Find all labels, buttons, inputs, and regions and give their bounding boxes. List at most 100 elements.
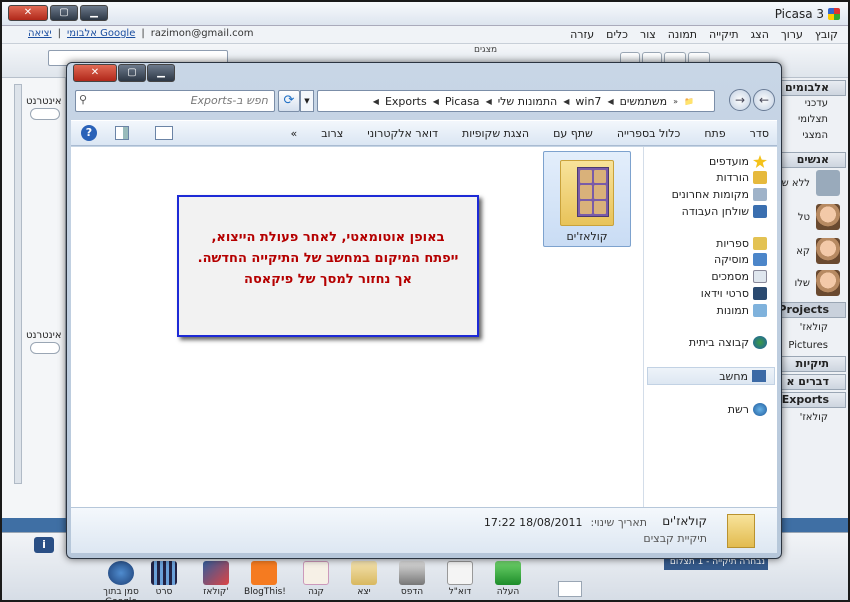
close-icon[interactable]: ✕ <box>8 5 48 21</box>
blogthis-button[interactable]: BlogThis! <box>244 561 286 597</box>
callout-line: ייפתח המיקום במחשב של התיקייה החדשה. <box>197 251 459 266</box>
network-icon <box>753 403 767 416</box>
nav-pictures[interactable]: תמונות <box>717 304 767 317</box>
include-in-library-button[interactable]: כלול בספרייה <box>617 127 681 140</box>
person-name[interactable]: שלו <box>795 278 811 289</box>
menu-view[interactable]: הצג <box>751 28 769 41</box>
upload-button[interactable]: העלה <box>488 561 528 597</box>
picasa-window-controls: ✕ ▢ ▁ <box>8 5 108 21</box>
picasa-logo-icon <box>828 8 840 20</box>
folders-header[interactable]: תיקיות <box>776 356 846 372</box>
nav-favorites[interactable]: מועדפים <box>709 155 767 168</box>
change-view-icon[interactable] <box>155 126 173 140</box>
refresh-icon[interactable]: ⟳ <box>278 90 300 112</box>
breadcrumb-item[interactable]: Exports <box>385 95 427 108</box>
project-item[interactable]: Pictures <box>788 340 828 351</box>
menu-tools[interactable]: כלים <box>606 28 628 41</box>
maximize-icon[interactable]: ▢ <box>118 64 146 82</box>
avatar[interactable] <box>816 270 840 296</box>
scrollbar[interactable] <box>14 84 22 484</box>
minimize-icon[interactable]: ▁ <box>80 5 108 21</box>
slideshow-button[interactable]: הצגת שקופיות <box>462 127 529 140</box>
music-icon <box>753 253 767 266</box>
person-name[interactable]: טל <box>798 212 810 223</box>
more-commands-button[interactable]: » <box>290 127 297 140</box>
toggle-switch[interactable] <box>30 342 60 354</box>
instruction-callout: באופן אוטומאטי, לאחר פעולת הייצוא, ייפתח… <box>177 195 479 337</box>
avatar[interactable] <box>816 238 840 264</box>
breadcrumb-item[interactable]: Picasa <box>445 95 480 108</box>
project-item[interactable]: קולאז' <box>800 322 828 333</box>
google-earth-button[interactable]: סמן בתוך Google Earth <box>96 561 146 600</box>
app-name: Picasa 3 <box>774 7 824 21</box>
breadcrumb-item[interactable]: משתמשים <box>620 95 668 108</box>
breadcrumb-item[interactable]: התמונות שלי <box>498 95 558 108</box>
nav-music[interactable]: מוסיקה <box>714 253 767 266</box>
navigation-pane: מועדפים הורדות מקומות אחרונים שולחן העבו… <box>643 147 777 507</box>
menu-folder[interactable]: תיקייה <box>709 28 739 41</box>
collage-button[interactable]: קולאז' <box>196 561 236 597</box>
organize-button[interactable]: סדר <box>750 127 769 140</box>
share-with-button[interactable]: שתף עם <box>553 127 593 140</box>
nav-network[interactable]: רשת <box>728 403 767 416</box>
menu-create[interactable]: צור <box>640 28 656 41</box>
user-links: יציאה | אלבומי Google | razimon@gmail.co… <box>28 28 254 39</box>
search-input[interactable]: חפש ב-Exports <box>75 90 275 112</box>
shop-button[interactable]: קנה <box>296 561 336 597</box>
address-bar[interactable]: 📁 « משתמשים ◀ win7 ◀ התמונות שלי ◀ Picas… <box>317 90 715 112</box>
address-history-dropdown[interactable]: ▼ <box>300 90 314 112</box>
close-icon[interactable]: ✕ <box>73 64 117 82</box>
avatar[interactable] <box>816 204 840 230</box>
breadcrumb-item[interactable]: win7 <box>575 95 601 108</box>
menu-picture[interactable]: תמונה <box>668 28 697 41</box>
preview-pane-icon[interactable] <box>115 126 129 140</box>
picasa-left-panel: אינטרנט אינטרנט <box>2 78 66 518</box>
movie-button[interactable]: סרט <box>144 561 184 597</box>
projects-header[interactable]: Projects (2) <box>776 302 846 318</box>
email-button[interactable]: דואר אלקטרוני <box>367 127 438 140</box>
avatar[interactable] <box>816 170 840 196</box>
minimize-icon[interactable]: ▁ <box>147 64 175 82</box>
open-button[interactable]: פתח <box>704 127 725 140</box>
nav-recent[interactable]: מקומות אחרונים <box>672 188 767 201</box>
unnamed-person[interactable]: ללא ש <box>782 178 810 189</box>
nav-documents[interactable]: מסמכים <box>711 270 767 283</box>
nav-videos[interactable]: סרטי וידאו <box>701 287 767 300</box>
computer-icon <box>752 370 766 382</box>
user-email: razimon@gmail.com <box>150 28 254 39</box>
folder-item[interactable]: קולאז'ים <box>543 151 631 247</box>
print-button[interactable]: הדפס <box>392 561 432 597</box>
back-button[interactable]: ← <box>753 89 775 111</box>
nav-libraries[interactable]: ספריות <box>716 237 767 250</box>
info-icon[interactable]: i <box>34 537 54 553</box>
album-item[interactable]: תצלומי <box>798 114 828 125</box>
album-item[interactable]: עדכני <box>805 98 828 109</box>
menu-edit[interactable]: ערוך <box>781 28 803 41</box>
burn-button[interactable]: צרוב <box>321 127 343 140</box>
nav-computer[interactable]: מחשב <box>647 367 775 385</box>
details-date: תאריך שינוי: 18/08/2011 17:22 <box>484 516 647 529</box>
maximize-icon[interactable]: ▢ <box>50 5 78 21</box>
tray-dropdown[interactable] <box>558 581 582 597</box>
exit-link[interactable]: יציאה <box>28 28 52 39</box>
nav-downloads[interactable]: הורדות <box>716 171 767 184</box>
other-header[interactable]: דברים א <box>776 374 846 390</box>
exports-header[interactable]: Exports (1) <box>776 392 846 408</box>
forward-button[interactable]: → <box>729 89 751 111</box>
exports-item[interactable]: קולאז' <box>800 412 828 423</box>
people-header[interactable]: אנשים (4) <box>776 152 846 168</box>
nav-homegroup[interactable]: קבוצה ביתית <box>689 336 767 349</box>
export-button[interactable]: יצא <box>344 561 384 597</box>
callout-line: באופן אוטומאטי, לאחר פעולת הייצוא, <box>211 230 445 245</box>
help-icon[interactable]: ? <box>81 125 97 141</box>
menu-help[interactable]: עזרה <box>570 28 594 41</box>
google-albums-link[interactable]: אלבומי Google <box>67 28 135 39</box>
albums-header[interactable]: אלבומים <box>776 80 846 96</box>
search-icon: ⚲ <box>79 93 88 106</box>
toggle-switch[interactable] <box>30 108 60 120</box>
menu-file[interactable]: קובץ <box>815 28 838 41</box>
person-name[interactable]: קא <box>796 246 810 257</box>
album-item[interactable]: המצגי <box>802 130 828 141</box>
nav-desktop[interactable]: שולחן העבודה <box>682 205 767 218</box>
email-button[interactable]: דוא"ל <box>440 561 480 597</box>
